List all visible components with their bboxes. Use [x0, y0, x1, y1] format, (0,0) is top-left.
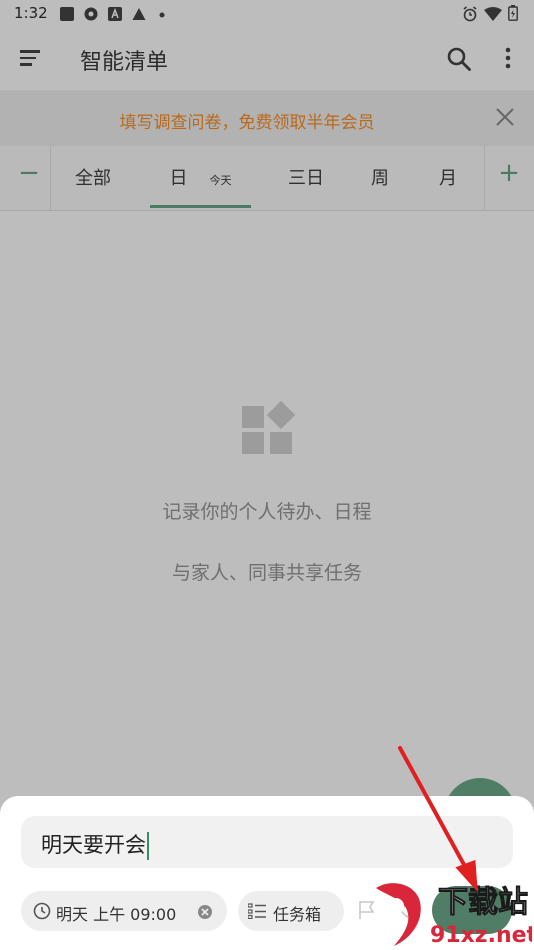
- task-list-label: 任务箱: [273, 905, 322, 924]
- tab-divider: [50, 146, 51, 210]
- dot-icon: [159, 12, 165, 18]
- tab-day-label: 日: [169, 168, 188, 189]
- banner-text[interactable]: 填写调查问卷，免费领取半年会员: [0, 108, 494, 133]
- alarm-icon: [463, 6, 477, 22]
- tab-day[interactable]: 日 今天: [150, 164, 251, 190]
- clear-date-icon[interactable]: [197, 904, 213, 920]
- tab-month[interactable]: 月: [422, 164, 474, 190]
- app-square-icon: [60, 7, 74, 21]
- list-icon: [248, 903, 266, 919]
- view-tabs: − 全部 日 今天 三日 周 月 +: [0, 146, 534, 211]
- status-time: 1:32: [14, 4, 48, 22]
- tab-all[interactable]: 全部: [62, 164, 124, 190]
- close-icon[interactable]: [494, 106, 516, 128]
- font-a-icon: [108, 7, 122, 21]
- task-input-value: 明天要开会: [41, 833, 146, 857]
- more-vertical-icon[interactable]: [500, 46, 516, 72]
- watermark-title: 下载站: [438, 885, 528, 920]
- battery-icon: [508, 5, 518, 21]
- watermark-url: 91xz.net: [430, 923, 532, 948]
- aperture-icon: [84, 7, 98, 21]
- search-icon[interactable]: [446, 46, 472, 72]
- add-view-button[interactable]: +: [484, 158, 534, 188]
- wifi-icon: [484, 7, 502, 21]
- due-date-label: 明天 上午 09:00: [56, 905, 177, 924]
- due-date-chip[interactable]: 明天 上午 09:00: [21, 891, 227, 931]
- survey-banner[interactable]: 填写调查问卷，免费领取半年会员: [0, 90, 534, 146]
- task-input[interactable]: 明天要开会: [21, 816, 513, 868]
- empty-state-line-1: 记录你的个人待办、日程: [162, 501, 372, 523]
- text-caret: [147, 832, 149, 860]
- task-input-text[interactable]: 明天要开会: [41, 829, 149, 860]
- page-title: 智能清单: [80, 50, 169, 75]
- triangle-icon: [132, 8, 146, 20]
- collapse-minus-button[interactable]: −: [4, 158, 54, 188]
- active-tab-indicator: [150, 205, 251, 208]
- task-list-chip[interactable]: 任务箱: [238, 891, 344, 931]
- status-bar: 1:32: [0, 0, 534, 28]
- tab-three-days[interactable]: 三日: [276, 164, 336, 190]
- tab-week[interactable]: 周: [354, 164, 406, 190]
- empty-state-line-2: 与家人、同事共享任务: [171, 562, 362, 584]
- app-bar: 智能清单: [0, 28, 534, 90]
- clock-icon: [33, 902, 51, 920]
- menu-icon[interactable]: [20, 50, 40, 66]
- widgets-icon: [242, 400, 296, 454]
- tab-day-sub: 今天: [209, 174, 232, 187]
- watermark-logo: 下载站 91xz.net: [376, 883, 532, 948]
